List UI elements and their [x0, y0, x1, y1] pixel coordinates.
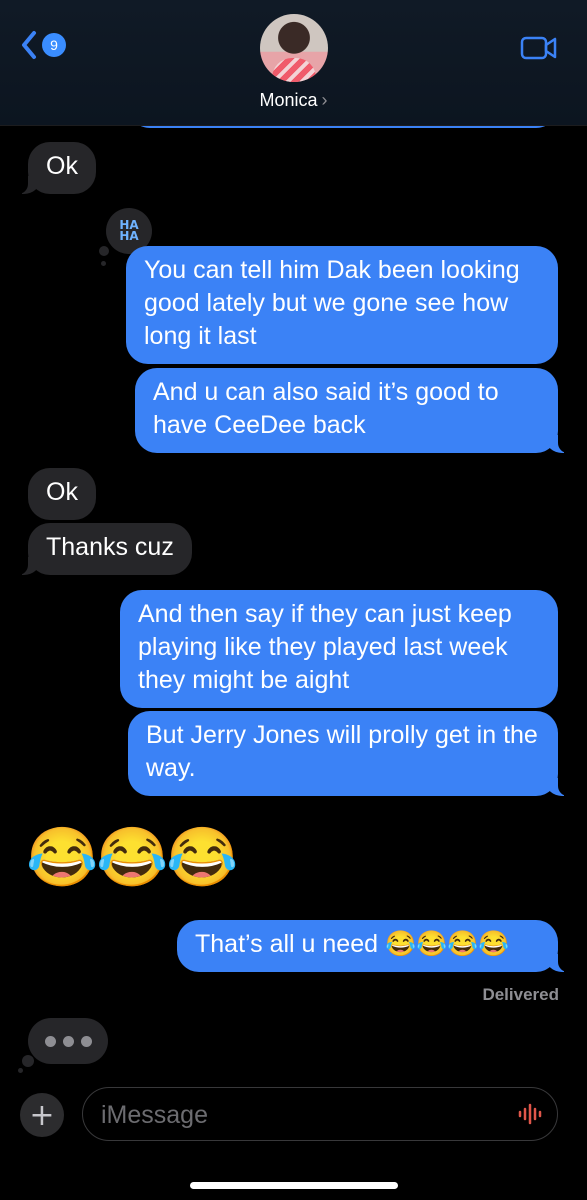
message-bubble-outgoing[interactable]: And u can also said it’s good to have Ce…: [135, 368, 568, 453]
tapback-tail-dot: [101, 261, 106, 266]
typing-indicator: [28, 1018, 108, 1064]
contact-name-button[interactable]: Monica ›: [0, 90, 587, 111]
audio-waveform-icon[interactable]: [517, 1102, 543, 1126]
typing-dot: [80, 1035, 92, 1047]
message-bubble-incoming[interactable]: Ok: [18, 142, 96, 194]
plus-icon: +: [29, 1097, 55, 1133]
message-text: Ok: [46, 152, 78, 180]
typing-tail-dot: [22, 1055, 34, 1067]
tapback-tail-dot: [99, 246, 109, 256]
chevron-right-icon: ›: [321, 90, 328, 110]
message-bubble-outgoing[interactable]: And then say if they can just keep playi…: [120, 590, 558, 708]
apps-plus-button[interactable]: +: [20, 1093, 64, 1137]
message-bubble-incoming[interactable]: Thanks cuz: [18, 523, 192, 575]
unread-count-badge: 9: [42, 33, 66, 57]
typing-tail-dot: [18, 1068, 23, 1073]
message-text: You can tell him Dak been looking good l…: [144, 256, 520, 350]
message-text: But Jerry Jones will prolly get in the w…: [146, 721, 538, 782]
conversation-header: 9 Monica ›: [0, 0, 587, 126]
message-text: Ok: [46, 478, 78, 506]
chevron-left-icon: [22, 31, 36, 59]
message-bubble-outgoing[interactable]: That’s all u need 😂😂😂😂: [177, 920, 568, 972]
typing-dot: [62, 1035, 74, 1047]
delivered-status: Delivered: [482, 985, 559, 1004]
message-text: That’s all u need 😂😂😂😂: [195, 930, 510, 958]
imessage-input[interactable]: [99, 1098, 503, 1132]
message-text: Thanks cuz: [46, 533, 174, 561]
contact-name: Monica: [259, 90, 318, 110]
typing-dot: [44, 1035, 56, 1047]
message-text: And then say if they can just keep playi…: [138, 600, 512, 694]
message-bubble-incoming[interactable]: Ok: [28, 468, 96, 520]
message-composer: [82, 1087, 558, 1141]
video-camera-icon[interactable]: [520, 36, 558, 60]
message-text: And u can also said it’s good to have Ce…: [153, 378, 499, 439]
emoji-only-message[interactable]: 😂😂😂: [26, 826, 239, 890]
message-bubble-outgoing[interactable]: But Jerry Jones will prolly get in the w…: [128, 711, 568, 796]
back-button[interactable]: 9: [20, 30, 66, 60]
contact-avatar[interactable]: [260, 14, 328, 82]
home-indicator[interactable]: [190, 1182, 398, 1189]
message-bubble-outgoing[interactable]: You can tell him Dak been looking good l…: [126, 246, 558, 364]
